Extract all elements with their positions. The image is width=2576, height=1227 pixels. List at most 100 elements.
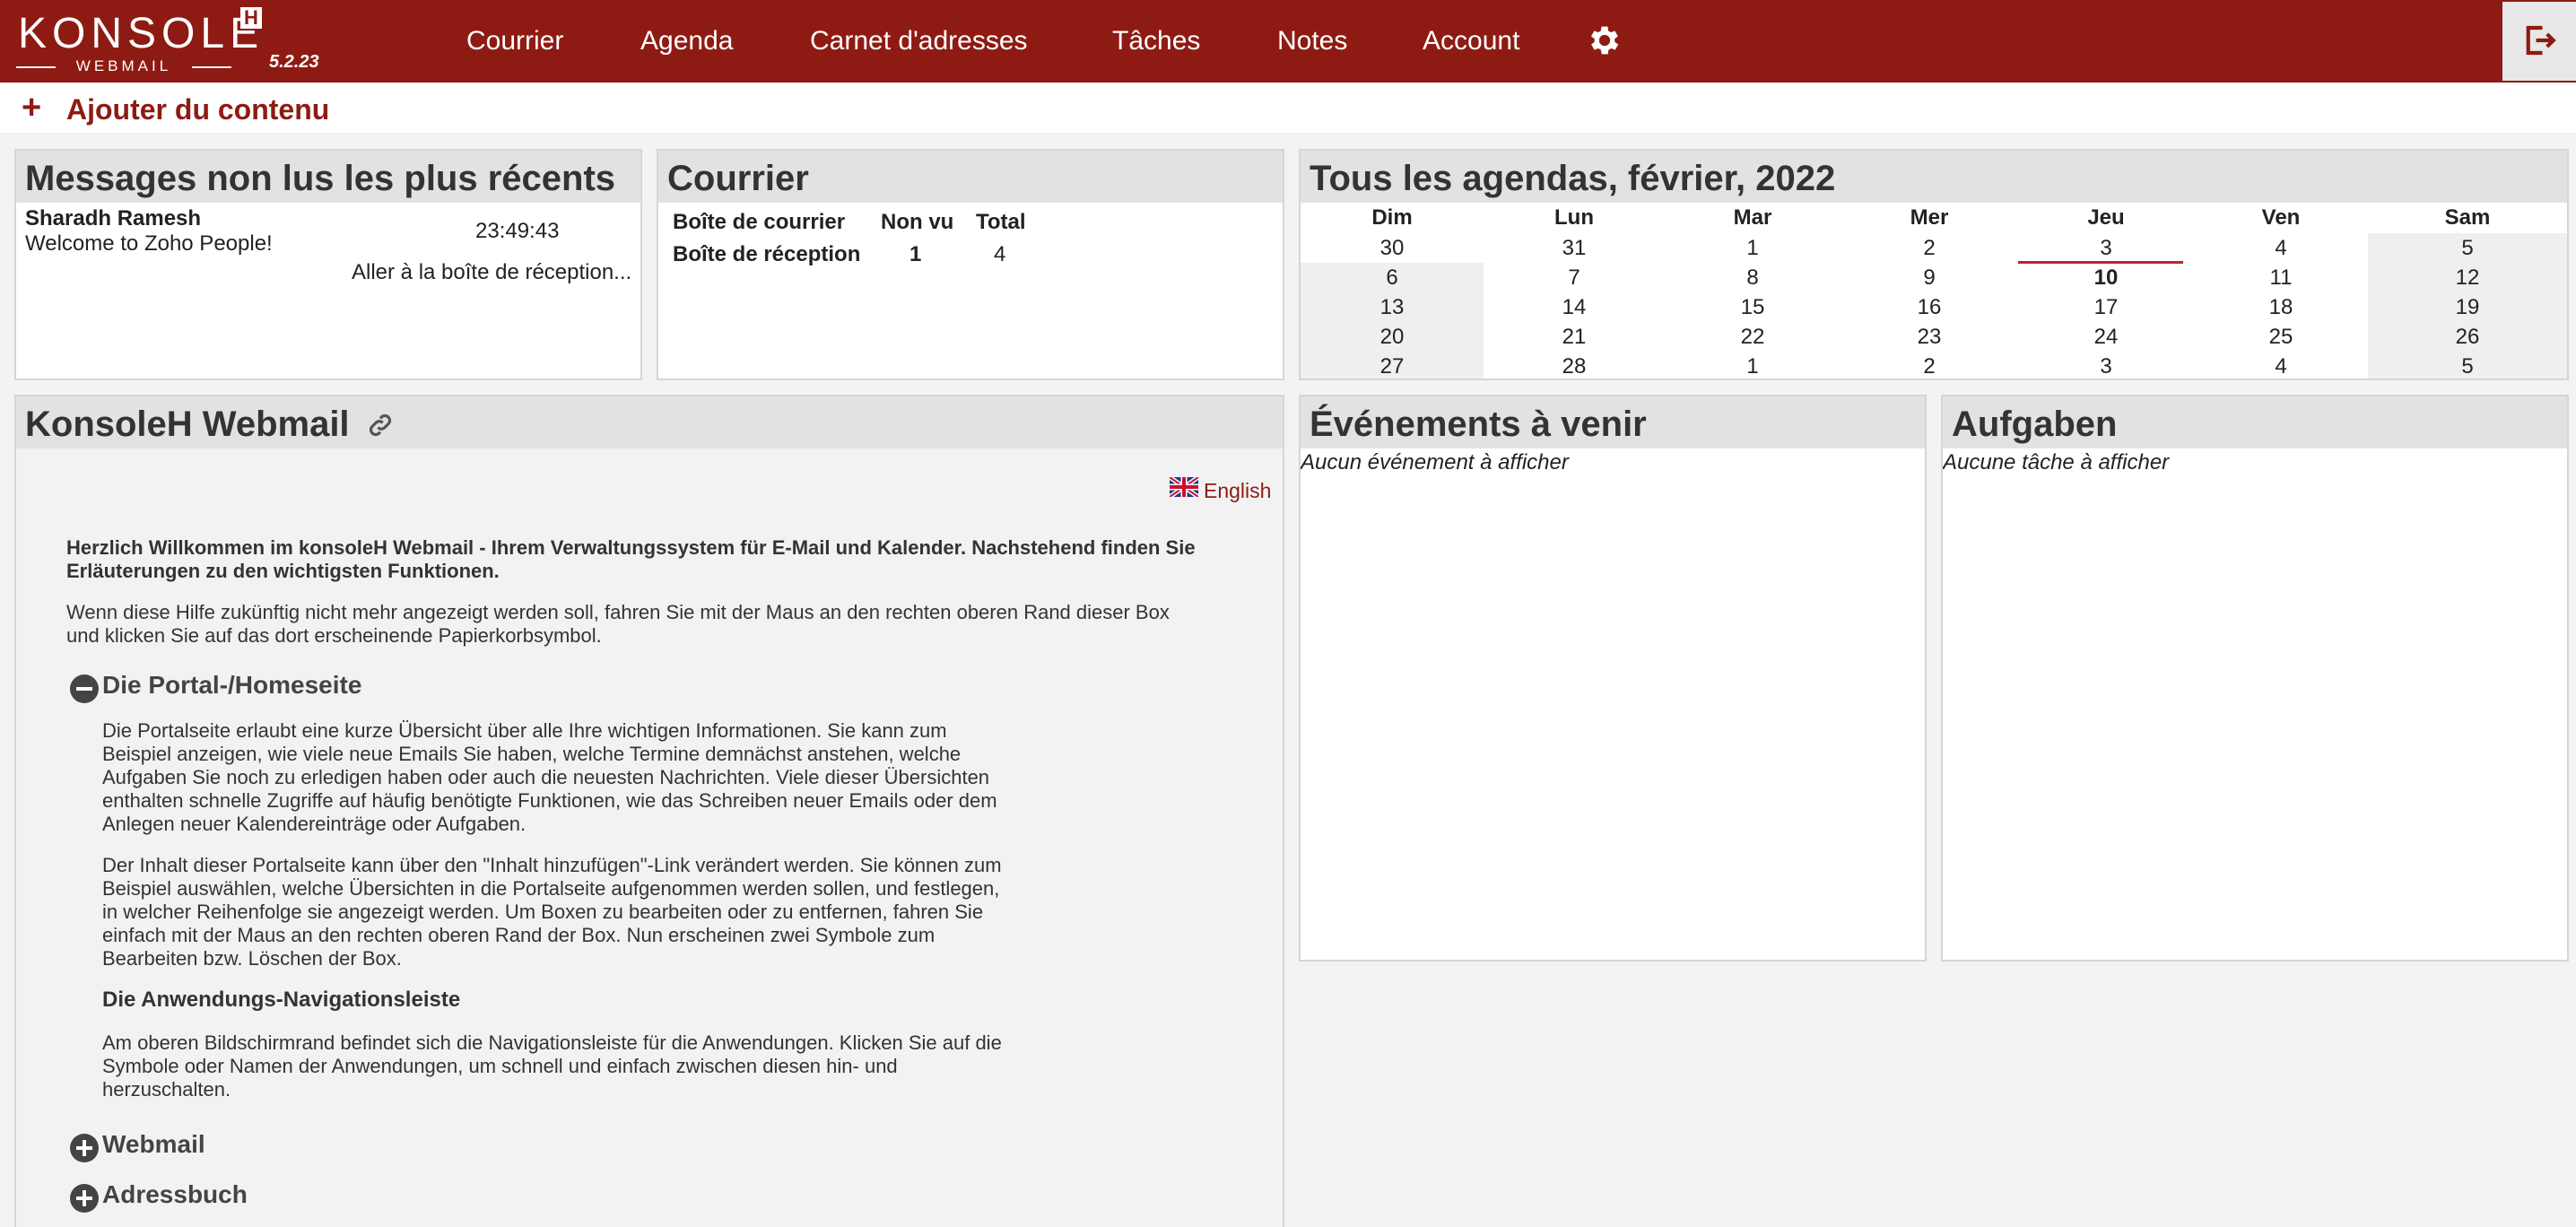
inbox-total-count: 4 (994, 242, 1006, 266)
calendar-day[interactable]: 15 (1665, 292, 1841, 322)
mail-panel: Courrier Boîte de courrier Non vu Total … (657, 149, 1284, 380)
help-intro: Herzlich Willkommen im konsoleH Webmail … (66, 536, 1197, 666)
collapse-icon[interactable] (70, 674, 99, 703)
col-header-unseen: Non vu (881, 210, 954, 234)
logo-subtitle: WEBMAIL (16, 57, 231, 75)
calendar-day[interactable]: 18 (2194, 292, 2368, 322)
logo-text: KONSOLE (18, 10, 265, 57)
panel-header: KonsoleH Webmail (16, 396, 1283, 448)
uk-flag-icon (1168, 474, 1200, 501)
message-sender[interactable]: Sharadh Ramesh (25, 206, 201, 231)
calendar-day[interactable]: 28 (1484, 352, 1665, 379)
language-english-link[interactable]: English (1204, 479, 1271, 503)
calendar-day[interactable]: 9 (1841, 263, 2018, 292)
version-label: 5.2.23 (269, 52, 319, 72)
navbar-paragraph: Am oberen Bildschirmrand befindet sich d… (102, 1031, 1002, 1101)
calendar-day[interactable]: 6 (1301, 263, 1484, 292)
tasks-empty-message: Aucune tâche à afficher (1943, 450, 2170, 474)
nav-courrier[interactable]: Courrier (466, 25, 563, 57)
panel-header: Aufgaben (1943, 396, 2567, 448)
panel-title: Événements à venir (1310, 405, 1647, 444)
inbox-unseen-count: 1 (909, 242, 922, 266)
calendar-panel: Tous les agendas, février, 2022 Dim Lun Ma… (1299, 149, 2569, 380)
calendar-day[interactable]: 19 (2368, 292, 2567, 322)
logo-badge: H (240, 7, 262, 29)
nav-account[interactable]: Account (1423, 25, 1519, 57)
calendar-day[interactable]: 8 (1665, 263, 1841, 292)
calendar-day[interactable]: 20 (1301, 322, 1484, 352)
calendar-day[interactable]: 4 (2194, 233, 2368, 263)
calendar-weekday-header: Mer (1910, 205, 1949, 230)
message-subject[interactable]: Welcome to Zoho People! (25, 231, 273, 257)
expand-icon[interactable] (70, 1134, 99, 1162)
calendar-day[interactable]: 1 (1665, 352, 1841, 379)
unread-messages-panel: Messages non lus les plus récents Sharad… (14, 149, 642, 380)
calendar-day[interactable]: 2 (1841, 233, 2018, 263)
add-content-link[interactable]: Ajouter du contenu (66, 93, 329, 126)
nav-notes[interactable]: Notes (1277, 25, 1347, 57)
events-empty-message: Aucun événement à afficher (1301, 450, 1569, 474)
calendar-day[interactable]: 1 (1665, 233, 1841, 263)
calendar-day[interactable]: 14 (1484, 292, 1665, 322)
intro-bold-text: Herzlich Willkommen im konsoleH Webmail … (66, 536, 1196, 582)
panel-title: Tous les agendas, février, 2022 (1310, 159, 1836, 198)
panel-header: Tous les agendas, février, 2022 (1301, 151, 2567, 203)
calendar-day[interactable]: 3 (2018, 233, 2194, 263)
portal-paragraph-2: Der Inhalt dieser Portalseite kann über … (102, 854, 1002, 970)
logout-icon (2526, 25, 2556, 56)
logout-button[interactable] (2502, 2, 2576, 81)
calendar-day[interactable]: 24 (2018, 322, 2194, 352)
plus-icon[interactable]: + (22, 90, 41, 126)
nav-agenda[interactable]: Agenda (640, 25, 733, 57)
panel-title: Aufgaben (1952, 405, 2118, 444)
calendar-weekday-header: Sam (2444, 205, 2491, 230)
calendar-day[interactable]: 31 (1484, 233, 1665, 263)
calendar-day[interactable]: 7 (1484, 263, 1665, 292)
mailbox-inbox-link[interactable]: Boîte de réception (673, 242, 860, 267)
message-time: 23:49:43 (475, 219, 560, 243)
section-portal-title[interactable]: Die Portal-/Homeseite (102, 671, 361, 700)
panel-header: Courrier (658, 151, 1283, 203)
panel-title: Courrier (667, 159, 809, 198)
calendar-day[interactable]: 5 (2368, 352, 2567, 379)
section-addressbook-title[interactable]: Adressbuch (102, 1180, 248, 1209)
section-portal-body: Die Portalseite erlaubt eine kurze Übers… (102, 719, 1017, 1119)
link-icon[interactable] (366, 411, 395, 444)
col-header-total: Total (976, 210, 1026, 234)
gear-icon[interactable] (1586, 22, 1623, 59)
calendar-day[interactable]: 26 (2368, 322, 2567, 352)
nav-carnet-adresses[interactable]: Carnet d'adresses (810, 25, 1028, 57)
col-header-mailbox: Boîte de courrier (673, 210, 846, 234)
expand-icon[interactable] (70, 1184, 99, 1213)
calendar-day[interactable]: 22 (1665, 322, 1841, 352)
calendar-day[interactable]: 13 (1301, 292, 1484, 322)
calendar-day[interactable]: 25 (2194, 322, 2368, 352)
calendar-day[interactable]: 5 (2368, 233, 2567, 263)
top-nav-bar: KONSOLE H WEBMAIL 5.2.23 Courrier Agenda… (0, 0, 2576, 83)
calendar-day[interactable]: 3 (2018, 352, 2194, 379)
upcoming-events-panel: Événements à venir Aucun événement à aff… (1299, 395, 1927, 962)
panel-header: Événements à venir (1301, 396, 1925, 448)
calendar-day[interactable]: 16 (1841, 292, 2018, 322)
nav-taches[interactable]: Tâches (1112, 25, 1200, 57)
navbar-subsection-title: Die Anwendungs-Navigationsleiste (102, 988, 461, 1012)
calendar-day[interactable]: 10 (2018, 263, 2194, 292)
panel-title: Messages non lus les plus récents (25, 159, 616, 198)
calendar-day[interactable]: 21 (1484, 322, 1665, 352)
section-webmail-title[interactable]: Webmail (102, 1130, 205, 1159)
calendar-day[interactable]: 27 (1301, 352, 1484, 379)
calendar-day[interactable]: 2 (1841, 352, 2018, 379)
calendar-day[interactable]: 12 (2368, 263, 2567, 292)
calendar-day[interactable]: 17 (2018, 292, 2194, 322)
today-indicator-line (2018, 261, 2183, 264)
portal-paragraph-1: Die Portalseite erlaubt eine kurze Übers… (102, 719, 997, 835)
go-to-inbox-link[interactable]: Aller à la boîte de réception... (352, 260, 631, 285)
calendar-weekday-header: Ven (2261, 205, 2301, 230)
calendar-day[interactable]: 23 (1841, 322, 2018, 352)
calendar-day[interactable]: 11 (2194, 263, 2368, 292)
konsoleh-logo[interactable]: KONSOLE H WEBMAIL 5.2.23 (16, 7, 319, 77)
calendar-day[interactable]: 4 (2194, 352, 2368, 379)
calendar-weekday-header: Mar (1733, 205, 1772, 230)
calendar-day[interactable]: 30 (1301, 233, 1484, 263)
panel-title: KonsoleH Webmail (25, 405, 350, 444)
